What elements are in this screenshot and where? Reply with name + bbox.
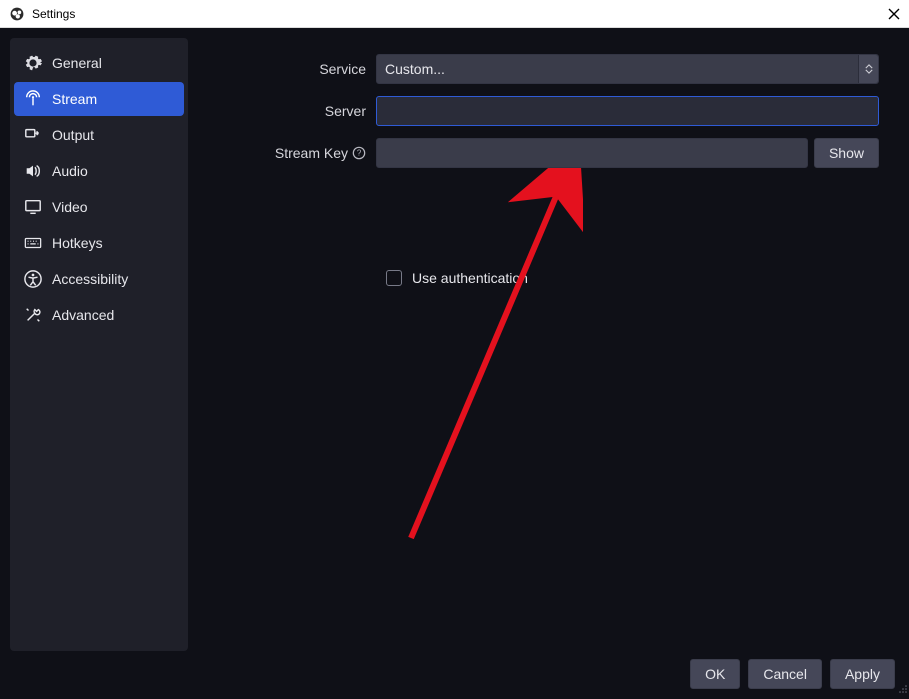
- annotation-arrow: [403, 168, 583, 548]
- sidebar-item-label: Accessibility: [52, 271, 128, 287]
- sidebar-item-video[interactable]: Video: [14, 190, 184, 224]
- sidebar-item-label: Stream: [52, 91, 97, 107]
- svg-text:?: ?: [357, 149, 362, 158]
- sidebar-item-audio[interactable]: Audio: [14, 154, 184, 188]
- sidebar-item-label: Hotkeys: [52, 235, 103, 251]
- stream-key-label: Stream Key: [275, 145, 348, 161]
- use-authentication-label: Use authentication: [412, 270, 528, 286]
- output-icon: [24, 126, 42, 144]
- sidebar-item-general[interactable]: General: [14, 46, 184, 80]
- row-stream-key: Stream Key ? Show: [206, 138, 879, 168]
- close-icon[interactable]: [887, 7, 901, 21]
- dialog-footer: OK Cancel Apply: [10, 651, 899, 689]
- cancel-button[interactable]: Cancel: [748, 659, 822, 689]
- sidebar-item-label: Video: [52, 199, 88, 215]
- resize-grip-icon[interactable]: [897, 682, 907, 698]
- show-key-button[interactable]: Show: [814, 138, 879, 168]
- sidebar-item-label: Audio: [52, 163, 88, 179]
- speaker-icon: [24, 162, 42, 180]
- antenna-icon: [24, 90, 42, 108]
- app-icon: [8, 5, 26, 23]
- sidebar-item-stream[interactable]: Stream: [14, 82, 184, 116]
- titlebar: Settings: [0, 0, 909, 28]
- sidebar-item-hotkeys[interactable]: Hotkeys: [14, 226, 184, 260]
- sidebar: General Stream Output Audio: [10, 38, 188, 651]
- gear-icon: [24, 54, 42, 72]
- sidebar-item-label: Output: [52, 127, 94, 143]
- sidebar-item-advanced[interactable]: Advanced: [14, 298, 184, 332]
- accessibility-icon: [24, 270, 42, 288]
- row-use-authentication: Use authentication: [386, 270, 879, 286]
- server-input[interactable]: [376, 96, 879, 126]
- help-icon[interactable]: ?: [352, 146, 366, 160]
- sidebar-item-label: General: [52, 55, 102, 71]
- keyboard-icon: [24, 234, 42, 252]
- sidebar-item-output[interactable]: Output: [14, 118, 184, 152]
- stream-settings-panel: Service Custom... Server: [188, 38, 899, 651]
- server-label: Server: [206, 103, 376, 119]
- service-label: Service: [206, 61, 376, 77]
- apply-button[interactable]: Apply: [830, 659, 895, 689]
- sidebar-item-accessibility[interactable]: Accessibility: [14, 262, 184, 296]
- select-spinner-icon[interactable]: [858, 55, 878, 83]
- tools-icon: [24, 306, 42, 324]
- service-value: Custom...: [385, 61, 445, 77]
- use-authentication-checkbox[interactable]: [386, 270, 402, 286]
- stream-key-input[interactable]: [376, 138, 808, 168]
- service-select[interactable]: Custom...: [376, 54, 879, 84]
- row-service: Service Custom...: [206, 54, 879, 84]
- ok-button[interactable]: OK: [690, 659, 740, 689]
- window-title: Settings: [32, 7, 75, 21]
- row-server: Server: [206, 96, 879, 126]
- sidebar-item-label: Advanced: [52, 307, 114, 323]
- monitor-icon: [24, 198, 42, 216]
